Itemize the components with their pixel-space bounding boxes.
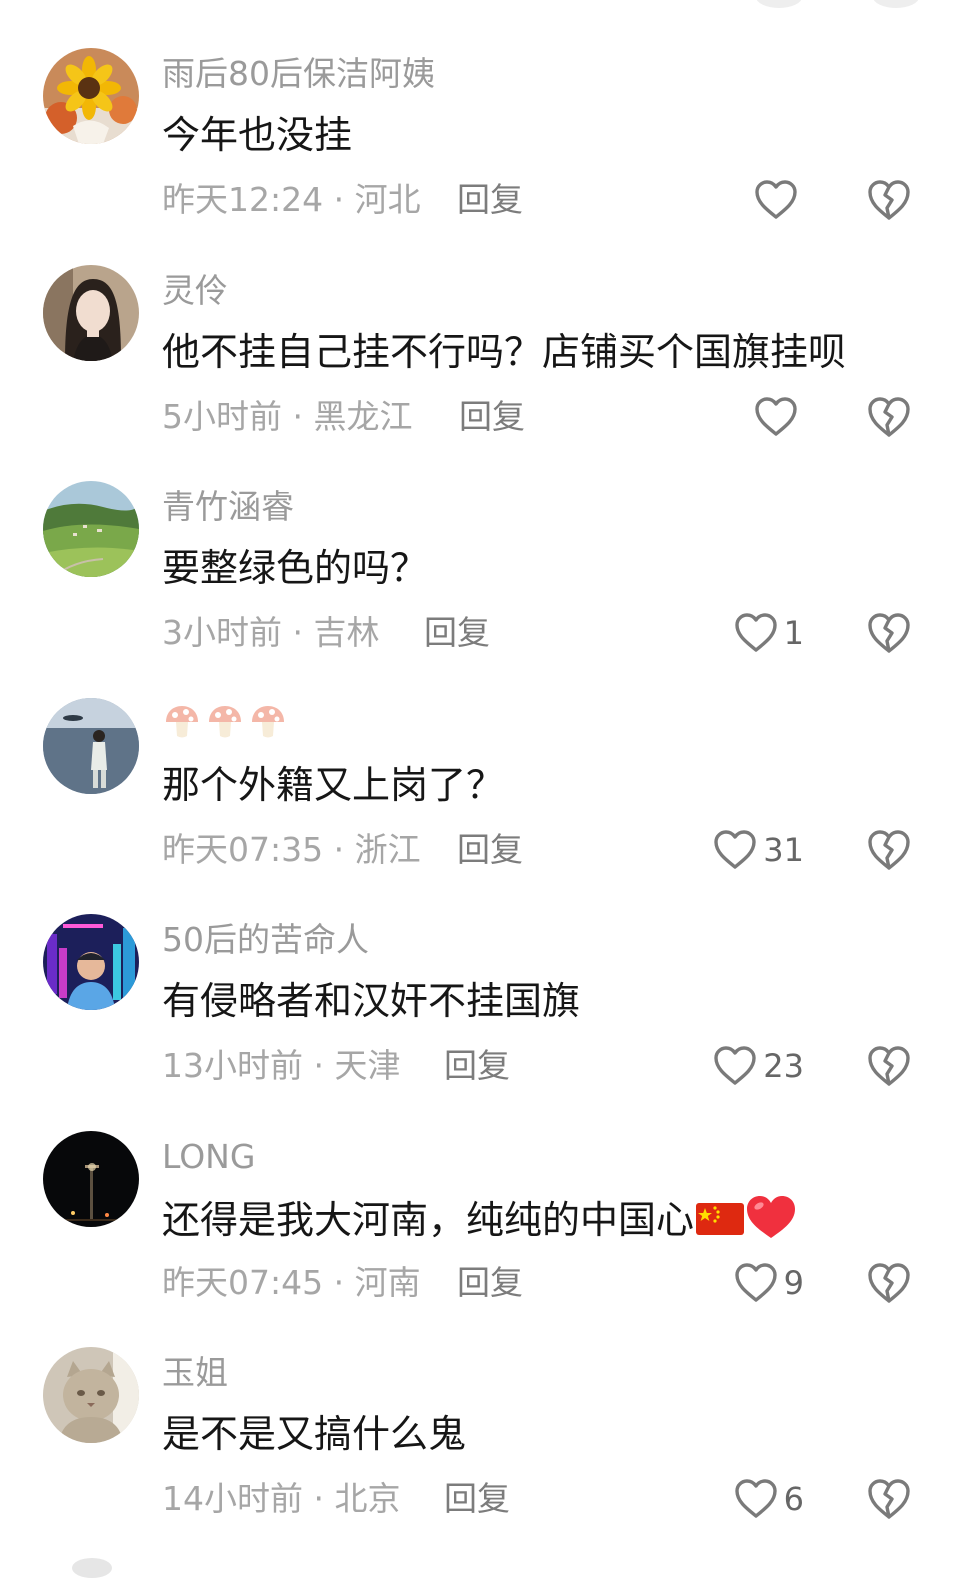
like-button[interactable]: 31 bbox=[713, 826, 804, 874]
comment-item: 雨后80后保洁阿姨 今年也没挂 昨天12:24 · 河北 回复 bbox=[0, 40, 960, 257]
previous-content-edge bbox=[0, 0, 960, 16]
dislike-button[interactable] bbox=[866, 178, 912, 222]
heart-outline-icon bbox=[734, 1262, 777, 1302]
mushroom-icon bbox=[252, 705, 284, 737]
like-count: 9 bbox=[783, 1263, 804, 1302]
comment-username[interactable]: 雨后80后保洁阿姨 bbox=[162, 52, 435, 96]
dislike-button[interactable] bbox=[866, 1261, 912, 1305]
comment-username[interactable]: 玉姐 bbox=[162, 1351, 228, 1395]
comment-item: 灵伶 他不挂自己挂不行吗？店铺买个国旗挂呗 5小时前 · 黑龙江 回复 bbox=[0, 257, 960, 474]
comment-text: 今年也没挂 bbox=[162, 113, 353, 157]
comment-meta: 3小时前 · 吉林 bbox=[162, 613, 380, 652]
mushroom-icon bbox=[166, 705, 198, 737]
dislike-button[interactable] bbox=[866, 1044, 912, 1088]
comment-text: 还得是我大河南，纯纯的中国心 bbox=[162, 1193, 798, 1245]
like-count: 1 bbox=[783, 614, 804, 652]
comment-item: 50后的苦命人 有侵略者和汉奸不挂国旗 13小时前 · 天津 回复 23 bbox=[0, 906, 960, 1123]
reply-button[interactable]: 回复 bbox=[444, 1477, 510, 1521]
like-count: 6 bbox=[783, 1480, 804, 1518]
green-landscape-avatar-icon[interactable] bbox=[43, 481, 139, 577]
like-button[interactable]: 23 bbox=[713, 1042, 804, 1090]
woman-portrait-avatar-icon[interactable] bbox=[43, 264, 139, 361]
like-button[interactable] bbox=[754, 176, 804, 224]
dislike-button[interactable] bbox=[866, 611, 912, 655]
heart-outline-icon bbox=[734, 613, 777, 652]
like-count: 31 bbox=[763, 830, 804, 869]
sunflower-avatar-icon[interactable] bbox=[43, 48, 139, 144]
reply-button[interactable]: 回复 bbox=[457, 828, 523, 872]
reply-button[interactable]: 回复 bbox=[457, 178, 523, 222]
comment-item: LONG 还得是我大河南，纯纯的中国心 昨天07:45 · 河南 回复 9 bbox=[0, 1123, 960, 1340]
like-button[interactable]: 1 bbox=[734, 609, 804, 657]
reply-button[interactable]: 回复 bbox=[459, 395, 525, 439]
reply-button[interactable]: 回复 bbox=[444, 1044, 510, 1088]
top-partial-icon bbox=[756, 0, 802, 8]
cat-avatar-icon[interactable] bbox=[43, 1347, 139, 1443]
comment-meta: 14小时前 · 北京 bbox=[162, 1479, 401, 1518]
mushroom-icon bbox=[209, 705, 241, 737]
dislike-button[interactable] bbox=[866, 828, 912, 872]
like-button[interactable]: 6 bbox=[734, 1475, 804, 1523]
comment-meta: 昨天07:45 · 河南 bbox=[162, 1262, 421, 1302]
comment-text: 是不是又搞什么鬼 bbox=[162, 1412, 467, 1456]
heart-outline-icon bbox=[755, 180, 797, 219]
comment-username[interactable] bbox=[162, 702, 291, 753]
comment-text: 有侵略者和汉奸不挂国旗 bbox=[162, 979, 581, 1023]
comment-list: 雨后80后保洁阿姨 今年也没挂 昨天12:24 · 河北 回复 灵伶 他不挂自己… bbox=[0, 40, 960, 1556]
heart-outline-icon bbox=[714, 1046, 756, 1085]
comment-text: 要整绿色的吗？ bbox=[162, 546, 429, 590]
like-button[interactable]: 9 bbox=[734, 1259, 804, 1307]
broken-heart-icon bbox=[868, 613, 910, 653]
broken-heart-icon bbox=[868, 180, 910, 220]
next-avatar-peek bbox=[72, 1558, 112, 1578]
comment-text: 他不挂自己挂不行吗？店铺买个国旗挂呗 bbox=[162, 329, 847, 374]
comment-item: 青竹涵睿 要整绿色的吗？ 3小时前 · 吉林 回复 1 bbox=[0, 473, 960, 690]
top-partial-icon bbox=[873, 0, 919, 8]
broken-heart-icon bbox=[868, 396, 910, 437]
red-heart-icon bbox=[747, 1195, 796, 1238]
comment-text-content: 还得是我大河南，纯纯的中国心 bbox=[162, 1197, 695, 1242]
broken-heart-icon bbox=[868, 1046, 910, 1086]
comment-username[interactable]: LONG bbox=[162, 1135, 255, 1179]
dislike-button[interactable] bbox=[866, 1477, 912, 1521]
comment-item: 玉姐 是不是又搞什么鬼 14小时前 · 北京 回复 6 bbox=[0, 1339, 960, 1556]
dislike-button[interactable] bbox=[866, 395, 912, 439]
broken-heart-icon bbox=[868, 829, 910, 870]
china-flag-icon bbox=[696, 1202, 745, 1235]
heart-outline-icon bbox=[755, 396, 797, 436]
comment-meta: 13小时前 · 天津 bbox=[162, 1046, 401, 1085]
like-count: 23 bbox=[763, 1047, 804, 1085]
lakeside-person-avatar-icon[interactable] bbox=[43, 697, 139, 794]
comment-username[interactable]: 灵伶 bbox=[162, 269, 228, 313]
neon-city-man-avatar-icon[interactable] bbox=[43, 914, 139, 1010]
comment-item: 那个外籍又上岗了？ 昨天07:35 · 浙江 回复 31 bbox=[0, 690, 960, 907]
broken-heart-icon bbox=[868, 1479, 910, 1519]
reply-button[interactable]: 回复 bbox=[424, 611, 490, 655]
comment-meta: 昨天12:24 · 河北 bbox=[162, 180, 421, 219]
broken-heart-icon bbox=[868, 1262, 910, 1303]
comment-meta: 5小时前 · 黑龙江 bbox=[162, 396, 413, 436]
heart-outline-icon bbox=[714, 829, 756, 869]
night-streetlight-avatar-icon[interactable] bbox=[43, 1130, 139, 1227]
reply-button[interactable]: 回复 bbox=[457, 1261, 523, 1305]
like-button[interactable] bbox=[754, 393, 804, 441]
comment-text: 那个外籍又上岗了？ bbox=[162, 762, 505, 807]
heart-outline-icon bbox=[734, 1479, 777, 1518]
comment-username[interactable]: 青竹涵睿 bbox=[162, 485, 294, 529]
comment-meta: 昨天07:35 · 浙江 bbox=[162, 829, 421, 869]
comment-username[interactable]: 50后的苦命人 bbox=[162, 918, 369, 962]
